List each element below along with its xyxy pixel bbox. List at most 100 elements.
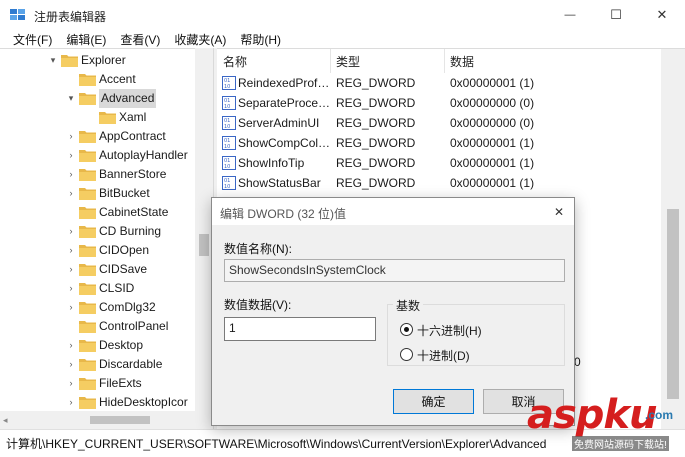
folder-icon	[79, 358, 96, 371]
chevron-right-icon[interactable]: ›	[66, 241, 76, 260]
folder-icon	[79, 244, 96, 257]
column-header-type[interactable]: 类型	[336, 53, 360, 70]
menu-help[interactable]: 帮助(H)	[233, 31, 288, 48]
folder-icon	[79, 149, 96, 162]
tree-item-label: Explorer	[81, 53, 126, 67]
tree-item[interactable]: › CLSID	[0, 279, 195, 298]
tree-item[interactable]: › FileExts	[0, 374, 195, 393]
watermark-subtitle: 免费网站源码下载站!	[572, 436, 669, 451]
ok-button[interactable]: 确定	[393, 389, 474, 414]
tree-item[interactable]: › CIDOpen	[0, 241, 195, 260]
maximize-button[interactable]: ☐	[593, 0, 639, 30]
tree-horizontal-scrollbar[interactable]: ◂	[0, 411, 213, 429]
tree-item-label: CD Burning	[99, 224, 162, 238]
value-type: REG_DWORD	[336, 156, 416, 170]
list-scroll-thumb[interactable]	[667, 209, 679, 399]
tree-item[interactable]: › HideDesktopIcor	[0, 393, 195, 411]
scroll-left-icon[interactable]: ◂	[3, 415, 8, 426]
chevron-right-icon[interactable]: ›	[66, 184, 76, 203]
chevron-right-icon[interactable]: ›	[66, 146, 76, 165]
list-vertical-scrollbar[interactable]	[661, 49, 685, 429]
tree-item[interactable]: › Discardable	[0, 355, 195, 374]
dialog-close-button[interactable]: ✕	[548, 201, 570, 223]
column-divider[interactable]	[444, 49, 445, 73]
value-name: ServerAdminUI	[238, 116, 320, 130]
menu-bar: 文件(F) 编辑(E) 查看(V) 收藏夹(A) 帮助(H)	[0, 30, 685, 48]
folder-icon	[79, 92, 96, 105]
chevron-right-icon[interactable]: ›	[66, 260, 76, 279]
tree-item-label: Discardable	[99, 357, 163, 371]
tree-item[interactable]: › ComDlg32	[0, 298, 195, 317]
reg-dword-icon: 01 10	[222, 136, 236, 150]
value-type: REG_DWORD	[336, 116, 416, 130]
menu-view[interactable]: 查看(V)	[113, 31, 167, 48]
radio-hex-option[interactable]: 十六进制(H)	[400, 322, 540, 338]
tree-item[interactable]: › BitBucket	[0, 184, 195, 203]
tree-item[interactable]: CabinetState	[0, 203, 195, 222]
expand-down-icon[interactable]: ▾	[66, 89, 76, 108]
tree-item[interactable]: ▾ Explorer	[0, 51, 195, 70]
chevron-right-icon[interactable]: ›	[66, 279, 76, 298]
list-row[interactable]: 01 10 ServerAdminUI REG_DWORD 0x00000000 (0)	[217, 113, 657, 133]
radio-hex[interactable]	[400, 323, 413, 336]
menu-favorites[interactable]: 收藏夹(A)	[167, 31, 233, 48]
tree-item[interactable]: › AutoplayHandler	[0, 146, 195, 165]
radio-dec-option[interactable]: 十进制(D)	[400, 347, 540, 363]
tree-hscroll-thumb[interactable]	[90, 416, 150, 424]
svg-text:10: 10	[224, 184, 230, 190]
tree-item[interactable]: › CIDSave	[0, 260, 195, 279]
list-row[interactable]: 01 10 ShowStatusBar REG_DWORD 0x00000001 (1)	[217, 173, 657, 193]
value-name: ShowStatusBar	[238, 176, 321, 190]
tree-item[interactable]: Xaml	[0, 108, 195, 127]
tree-item-label: FileExts	[99, 376, 142, 390]
menu-edit[interactable]: 编辑(E)	[59, 31, 113, 48]
tree-item[interactable]: ControlPanel	[0, 317, 195, 336]
expand-down-icon[interactable]: ▾	[48, 51, 58, 70]
column-header-data[interactable]: 数据	[450, 53, 474, 70]
radio-dec[interactable]	[400, 348, 413, 361]
list-row[interactable]: 01 10 ShowInfoTip REG_DWORD 0x00000001 (1)	[217, 153, 657, 173]
tree-scroll-thumb[interactable]	[199, 234, 209, 256]
aspku-watermark: aspku .com 免费网站源码下载站!	[527, 392, 685, 454]
tree-item[interactable]: › BannerStore	[0, 165, 195, 184]
list-row[interactable]: 01 10 ShowCompCol… REG_DWORD 0x00000001 (1)	[217, 133, 657, 153]
chevron-right-icon[interactable]: ›	[66, 355, 76, 374]
dialog-title-bar: 编辑 DWORD (32 位)值 ✕	[212, 198, 574, 225]
chevron-right-icon[interactable]: ›	[66, 336, 76, 355]
tree-item[interactable]: Accent	[0, 70, 195, 89]
column-header-name[interactable]: 名称	[223, 53, 247, 70]
column-divider[interactable]	[330, 49, 331, 73]
tree-item[interactable]: › AppContract	[0, 127, 195, 146]
tree-item-label: BannerStore	[99, 167, 167, 181]
tree-item-label: CLSID	[99, 281, 135, 295]
tree-item-label: CIDOpen	[99, 243, 150, 257]
base-groupbox: 基数 十六进制(H) 十进制(D)	[387, 297, 565, 366]
chevron-right-icon[interactable]: ›	[66, 298, 76, 317]
folder-icon	[79, 263, 96, 276]
chevron-right-icon[interactable]: ›	[66, 165, 76, 184]
chevron-right-icon[interactable]: ›	[66, 222, 76, 241]
tree-item[interactable]: ▾ Advanced	[0, 89, 195, 108]
folder-icon	[79, 206, 96, 219]
value-data-input[interactable]: 1	[224, 317, 376, 341]
tree-item-label: AutoplayHandler	[99, 148, 188, 162]
folder-icon	[79, 73, 96, 86]
base-label: 基数	[393, 297, 424, 314]
registry-tree[interactable]: ▾ Explorer Accent ▾ Advanced Xaml › AppContract…	[0, 48, 213, 411]
minimize-button[interactable]: —	[547, 0, 593, 30]
list-row[interactable]: 01 10 ReindexedProf… REG_DWORD 0x00000001 (1…	[217, 73, 657, 93]
value-name-field: ShowSecondsInSystemClock	[224, 259, 565, 282]
tree-item[interactable]: › Desktop	[0, 336, 195, 355]
tree-item-label: Accent	[99, 72, 136, 86]
chevron-right-icon[interactable]: ›	[66, 393, 76, 411]
tree-item-label: HideDesktopIcor	[99, 395, 188, 409]
chevron-right-icon[interactable]: ›	[66, 374, 76, 393]
svg-text:10: 10	[224, 104, 230, 110]
chevron-right-icon[interactable]: ›	[66, 127, 76, 146]
value-data-label: 数值数据(V):	[224, 298, 292, 312]
menu-file[interactable]: 文件(F)	[6, 31, 59, 48]
tree-item[interactable]: › CD Burning	[0, 222, 195, 241]
list-row[interactable]: 01 10 SeparateProce… REG_DWORD 0x00000000 (0…	[217, 93, 657, 113]
close-button[interactable]: ✕	[639, 0, 685, 30]
